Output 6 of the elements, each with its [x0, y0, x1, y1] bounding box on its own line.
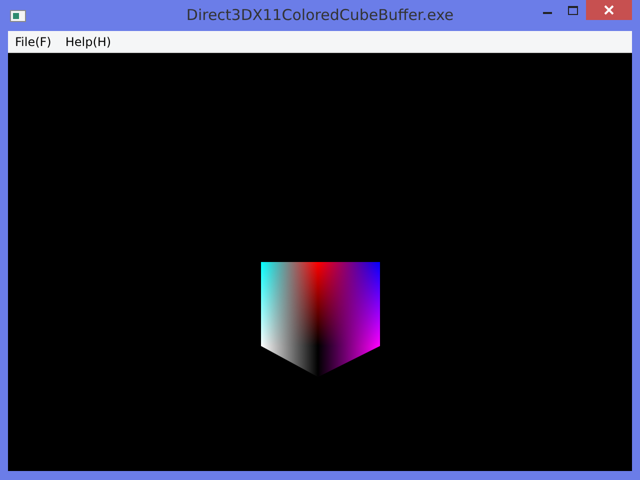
app-icon	[10, 10, 26, 22]
close-button[interactable]	[586, 0, 632, 20]
close-icon	[603, 4, 615, 16]
menu-item[interactable]: File(F)	[8, 34, 58, 48]
window-title: Direct3DX11ColoredCubeBuffer.exe	[186, 6, 454, 24]
menu-item[interactable]: Help(H)	[58, 34, 118, 48]
